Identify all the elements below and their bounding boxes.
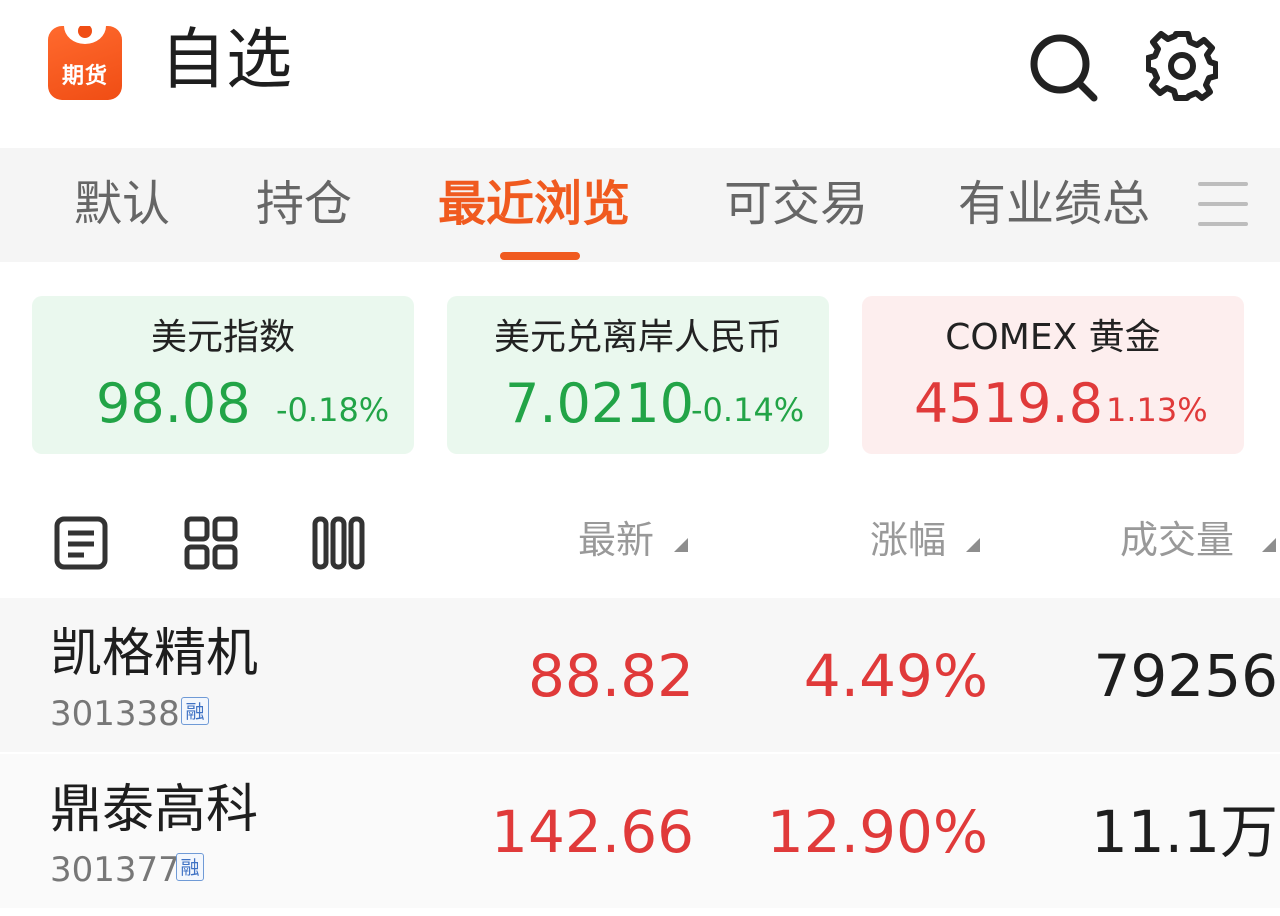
sort-volume-icon bbox=[1262, 538, 1276, 552]
volume: 11.1万 bbox=[1090, 798, 1278, 866]
margin-badge: 融 bbox=[181, 697, 209, 725]
index-title: 美元兑离岸人民币 bbox=[493, 317, 782, 358]
stock-name: 凯格精机 bbox=[50, 624, 259, 684]
search-icon[interactable] bbox=[1026, 30, 1100, 104]
column-header-change[interactable]: 涨幅 bbox=[870, 514, 946, 566]
index-card-usd-cnh[interactable]: 美元兑离岸人民币 7.0210 -0.14% bbox=[447, 296, 829, 454]
sort-latest-icon bbox=[674, 538, 688, 552]
latest-price: 142.66 bbox=[491, 798, 694, 866]
logo-text: 期货 bbox=[61, 64, 108, 89]
stock-code: 301377 bbox=[50, 850, 180, 890]
index-title: COMEX 黄金 bbox=[945, 317, 1161, 358]
index-card-usd-index[interactable]: 美元指数 98.08 -0.18% bbox=[32, 296, 414, 454]
sort-change-icon bbox=[966, 538, 980, 552]
index-price: 4519.8 bbox=[914, 372, 1103, 435]
table-row[interactable]: 凯格精机 301338 融 88.82 4.49% 79256 bbox=[0, 598, 1280, 752]
column-view-icon[interactable] bbox=[312, 516, 366, 570]
column-header-latest[interactable]: 最新 bbox=[578, 514, 654, 566]
watchlist-tabbar: 默认 持仓 最近浏览 可交易 有业绩总 bbox=[0, 148, 1280, 262]
stock-code: 301338 bbox=[50, 694, 180, 734]
tab-recently-viewed[interactable]: 最近浏览 bbox=[438, 172, 630, 236]
tab-default[interactable]: 默认 bbox=[74, 172, 170, 236]
grid-view-icon[interactable] bbox=[184, 516, 238, 570]
index-card-comex-gold[interactable]: COMEX 黄金 4519.8 1.13% bbox=[862, 296, 1244, 454]
change-percent: 12.90% bbox=[766, 798, 988, 866]
app-logo[interactable]: 期货 bbox=[48, 26, 122, 100]
table-row[interactable]: 鼎泰高科 301377 融 142.66 12.90% 11.1万 bbox=[0, 754, 1280, 908]
index-title: 美元指数 bbox=[150, 317, 295, 358]
page-title: 自选 bbox=[160, 21, 292, 98]
margin-badge: 融 bbox=[176, 853, 204, 881]
list-view-icon[interactable] bbox=[54, 516, 108, 570]
menu-icon[interactable] bbox=[1198, 182, 1250, 228]
index-change: -0.18% bbox=[276, 391, 390, 429]
column-header-volume[interactable]: 成交量 bbox=[1120, 514, 1234, 566]
index-change: -0.14% bbox=[691, 391, 805, 429]
gear-icon[interactable] bbox=[1146, 30, 1218, 102]
app-header: 期货 自选 bbox=[0, 0, 1280, 148]
volume: 79256 bbox=[1093, 642, 1278, 710]
index-price: 7.0210 bbox=[505, 372, 694, 435]
tab-holdings[interactable]: 持仓 bbox=[256, 172, 352, 236]
tab-tradable[interactable]: 可交易 bbox=[724, 172, 868, 236]
list-header: 最新 涨幅 成交量 bbox=[0, 486, 1280, 596]
latest-price: 88.82 bbox=[527, 642, 694, 710]
active-tab-indicator bbox=[500, 252, 580, 260]
logo-mark-icon bbox=[64, 26, 106, 44]
tab-earnings[interactable]: 有业绩总 bbox=[958, 172, 1150, 236]
index-price: 98.08 bbox=[96, 372, 251, 435]
index-change: 1.13% bbox=[1106, 391, 1208, 429]
change-percent: 4.49% bbox=[803, 642, 988, 710]
stock-name: 鼎泰高科 bbox=[50, 780, 259, 840]
